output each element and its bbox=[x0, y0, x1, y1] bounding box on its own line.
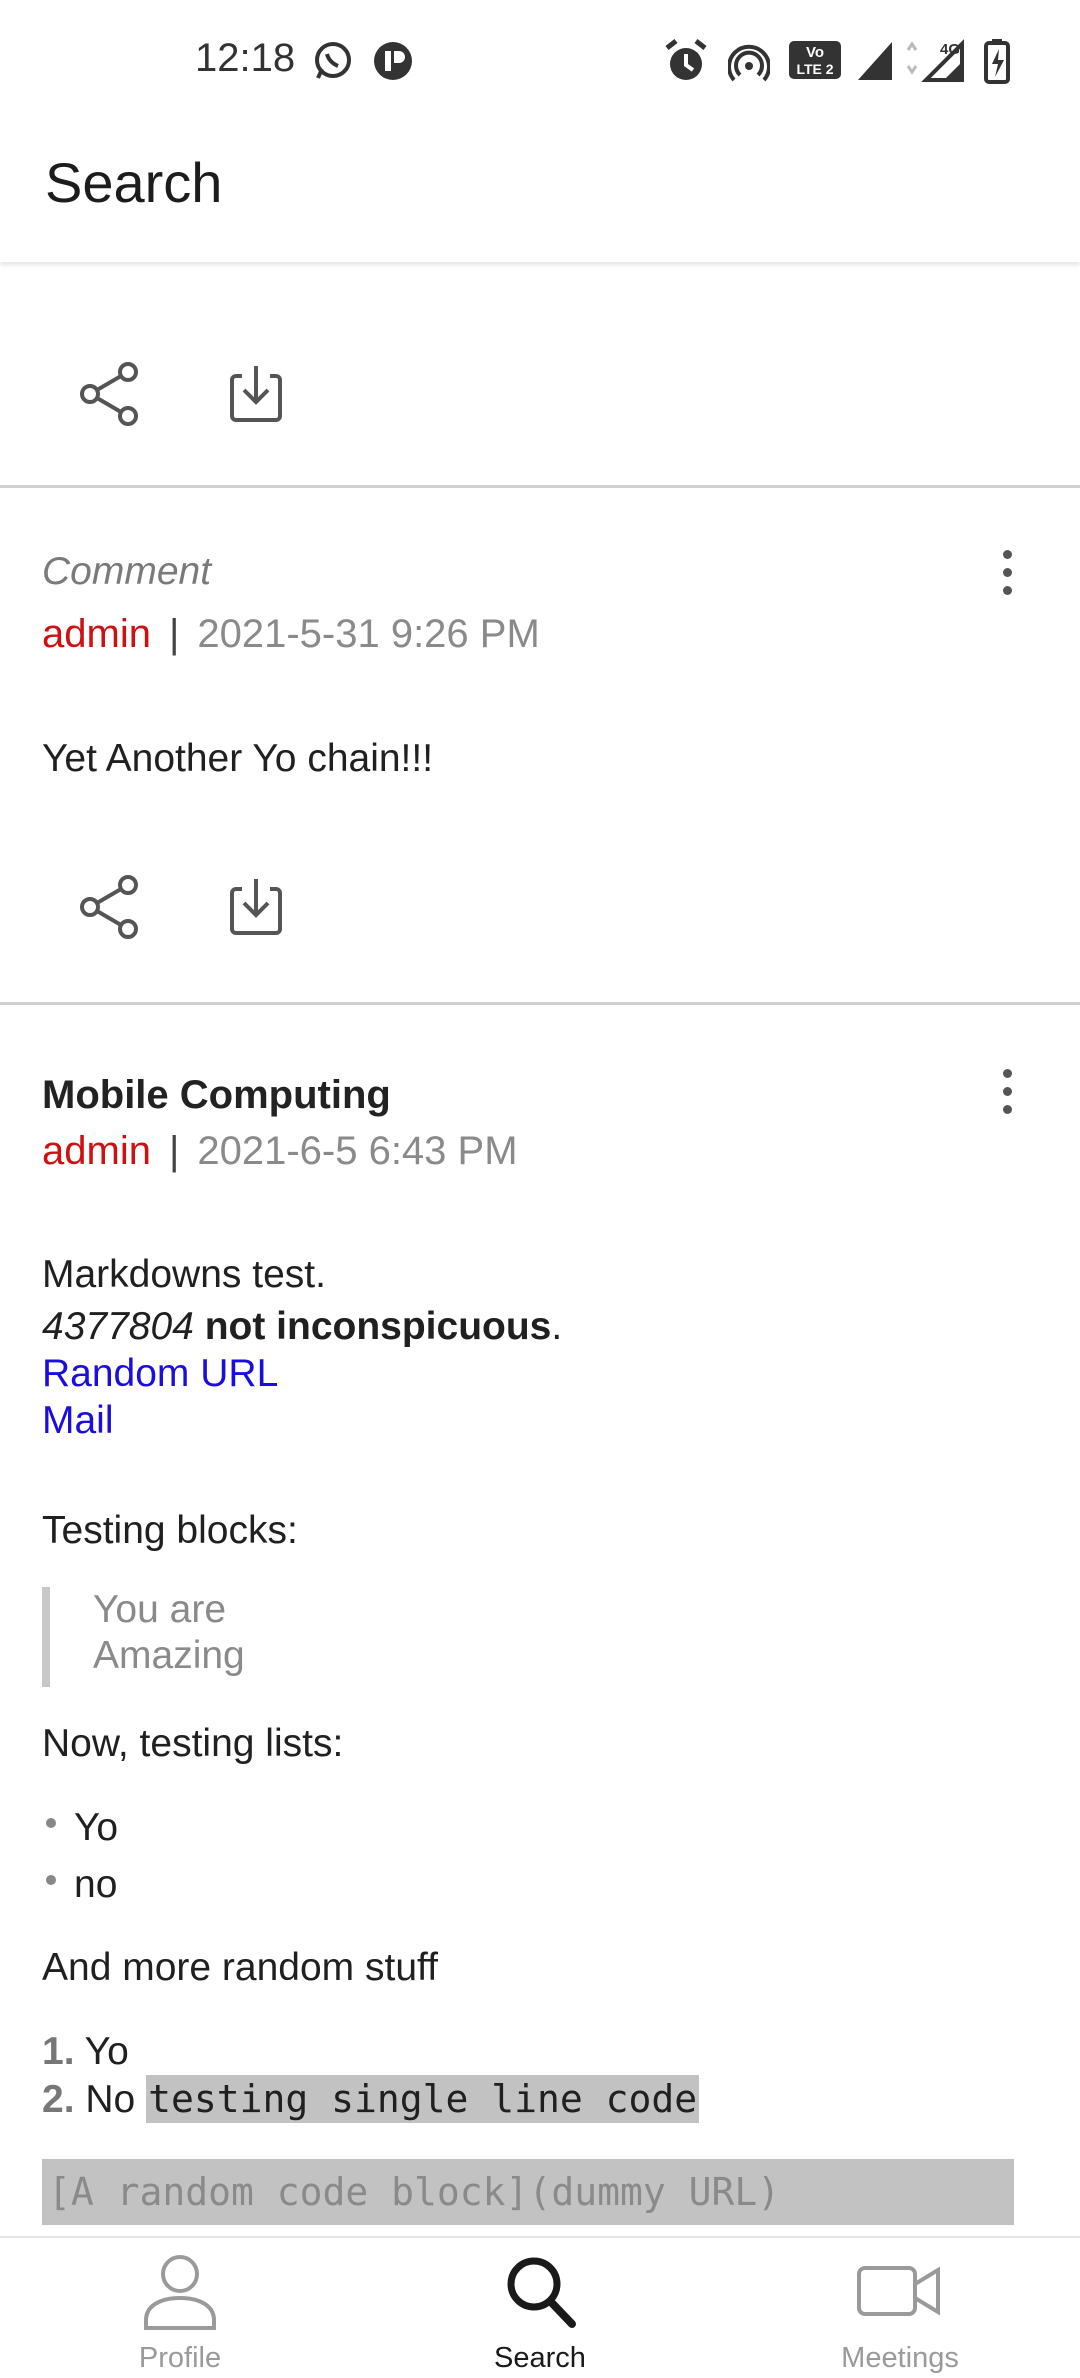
period: . bbox=[551, 1305, 563, 1348]
nav-label: Meetings bbox=[841, 2342, 959, 2374]
code-block: [A random code block](dummy URL) bbox=[42, 2159, 1014, 2225]
svg-text:4G: 4G bbox=[940, 41, 960, 58]
blocks-heading: Testing blocks: bbox=[42, 1509, 298, 1552]
meta-separator: | bbox=[168, 1129, 180, 1173]
ordered-number: 1. bbox=[42, 2030, 75, 2073]
italic-text: 4377804 bbox=[42, 1305, 194, 1348]
share-button[interactable] bbox=[74, 358, 146, 430]
post-card bbox=[0, 262, 1080, 486]
download-icon bbox=[230, 366, 282, 422]
status-bar: 12:18 Vo LTE 2 4G bbox=[0, 0, 1080, 120]
ordered-number: 2. bbox=[42, 2078, 75, 2121]
list-item: no bbox=[74, 1863, 118, 1906]
4g-signal-icon: 4G bbox=[906, 39, 964, 82]
meta-separator: | bbox=[168, 612, 180, 656]
inline-code: testing single line code bbox=[146, 2075, 700, 2123]
more-options-button[interactable] bbox=[992, 1069, 1022, 1119]
more-vert-icon bbox=[1002, 1069, 1012, 1078]
ordered-text: No bbox=[85, 2078, 136, 2121]
ordered-item: 1. Yo bbox=[42, 2030, 129, 2074]
app-bar: Search bbox=[0, 120, 1080, 262]
post-card: Mobile Computing admin | 2021-6-5 6:43 PM … bbox=[0, 1005, 1080, 2236]
nav-item-meetings[interactable]: Meetings bbox=[720, 2238, 1080, 2378]
more-text: And more random stuff bbox=[42, 1946, 438, 1989]
mail-link[interactable]: Mail bbox=[42, 1399, 114, 1443]
lists-heading: Now, testing lists: bbox=[42, 1722, 344, 1765]
nav-item-profile[interactable]: Profile bbox=[0, 2238, 360, 2378]
bullet-dot bbox=[46, 1875, 56, 1885]
ordered-text: Yo bbox=[84, 2030, 129, 2073]
post-meta: admin | 2021-5-31 9:26 PM bbox=[42, 612, 540, 657]
download-icon bbox=[230, 879, 282, 935]
nav-label: Profile bbox=[138, 2342, 222, 2374]
signal-icon bbox=[858, 42, 892, 80]
post-body: Yet Another Yo chain!!! bbox=[42, 737, 434, 780]
post-intro: Markdowns test. bbox=[42, 1253, 326, 1296]
page-title: Search bbox=[45, 151, 223, 214]
random-url-link[interactable]: Random URL bbox=[42, 1352, 278, 1396]
post-title: Mobile Computing bbox=[42, 1073, 391, 1117]
person-icon bbox=[144, 2255, 216, 2330]
bold-text: not inconspicuous bbox=[204, 1305, 552, 1348]
status-time: 12:18 bbox=[195, 36, 296, 80]
post-timestamp: 2021-5-31 9:26 PM bbox=[197, 612, 540, 656]
post-type-label: Comment bbox=[42, 550, 212, 593]
blockquote: You are Amazing bbox=[42, 1587, 245, 1687]
post-timestamp: 2021-6-5 6:43 PM bbox=[197, 1129, 518, 1173]
bottom-navigation: Profile Search Meetings bbox=[0, 2236, 1080, 2378]
share-icon bbox=[80, 362, 138, 426]
post-meta: admin | 2021-6-5 6:43 PM bbox=[42, 1129, 518, 1174]
volte-icon: Vo LTE 2 bbox=[789, 41, 841, 79]
nav-label: Search bbox=[494, 2342, 586, 2374]
svg-text:LTE 2: LTE 2 bbox=[796, 61, 833, 77]
download-button[interactable] bbox=[220, 358, 292, 430]
quote-line: You are bbox=[93, 1588, 227, 1631]
whatsapp-icon bbox=[315, 42, 351, 79]
hotspot-icon bbox=[728, 44, 770, 82]
share-button[interactable] bbox=[74, 871, 146, 943]
share-icon bbox=[80, 875, 138, 939]
formatted-line: 4377804 not inconspicuous. bbox=[42, 1305, 562, 1349]
app-notification-icon bbox=[374, 42, 412, 80]
nav-item-search[interactable]: Search bbox=[360, 2238, 720, 2378]
quote-line: Amazing bbox=[93, 1634, 245, 1677]
bullet-dot bbox=[46, 1818, 56, 1828]
download-button[interactable] bbox=[220, 871, 292, 943]
video-camera-icon bbox=[857, 2266, 940, 2316]
list-item: Yo bbox=[74, 1806, 119, 1849]
more-vert-icon bbox=[1002, 550, 1012, 559]
more-options-button[interactable] bbox=[992, 550, 1022, 600]
post-author[interactable]: admin bbox=[42, 1129, 151, 1173]
post-card: Comment admin | 2021-5-31 9:26 PM Yet Anot… bbox=[0, 488, 1080, 1002]
alarm-icon bbox=[665, 39, 707, 80]
battery-charging-icon bbox=[984, 39, 1010, 84]
svg-text:Vo: Vo bbox=[806, 44, 824, 61]
ordered-item: 2. No testing single line code bbox=[42, 2075, 700, 2123]
search-icon bbox=[507, 2257, 576, 2328]
post-author[interactable]: admin bbox=[42, 612, 151, 656]
